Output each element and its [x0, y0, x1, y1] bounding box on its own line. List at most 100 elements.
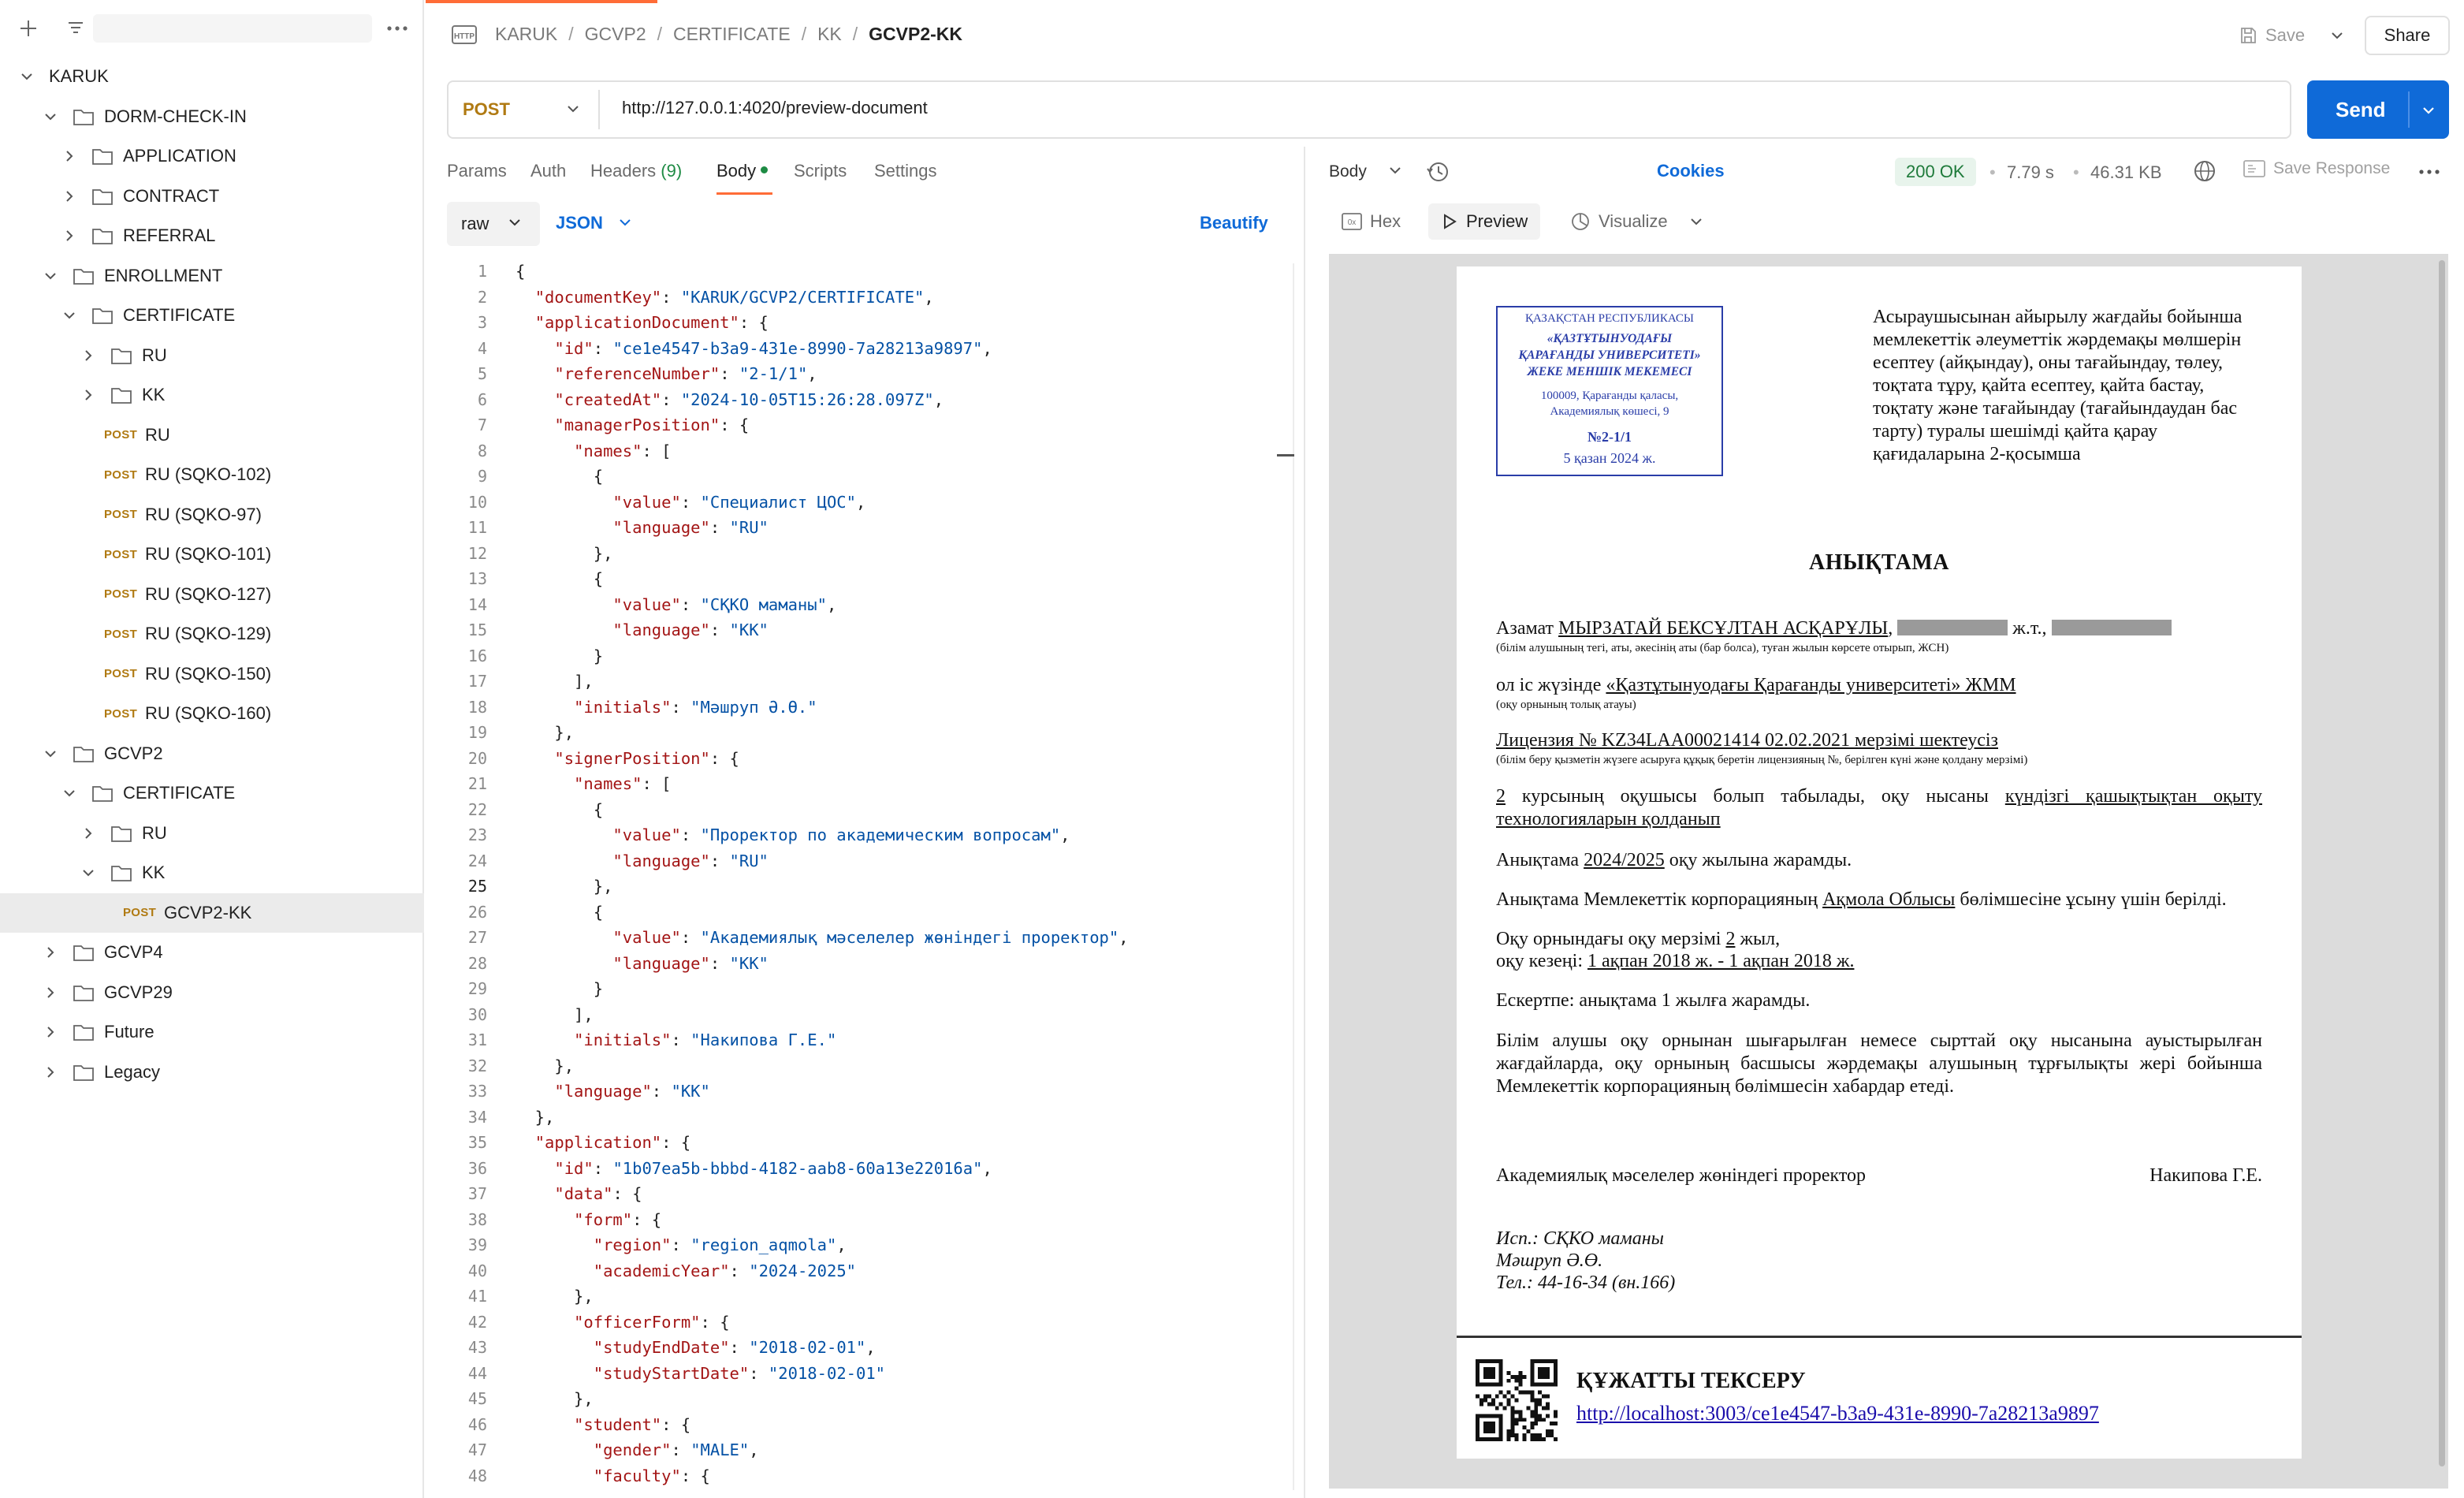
sidebar-request-item[interactable]: POST RU (SQKO-102): [0, 455, 424, 495]
tab-scripts[interactable]: Scripts: [794, 161, 847, 181]
response-size[interactable]: 46.31 KB: [2090, 162, 2162, 183]
sidebar-folder-item[interactable]: DORM-CHECK-IN: [0, 97, 424, 137]
chevron-down-icon[interactable]: [19, 69, 35, 84]
sidebar-folder-item[interactable]: Future: [0, 1012, 424, 1053]
chevron-down-icon[interactable]: [1387, 162, 1403, 183]
json-key: "initials": [574, 697, 672, 717]
sidebar-folder-item[interactable]: GCVP29: [0, 973, 424, 1013]
chevron-right-icon[interactable]: [61, 148, 77, 164]
line-number: 11: [467, 518, 487, 537]
response-time[interactable]: 7.79 s: [2007, 162, 2054, 183]
chevron-right-icon[interactable]: [61, 188, 77, 204]
json-string: "KK": [729, 620, 769, 639]
body-mode-select[interactable]: raw: [447, 202, 540, 246]
qr-module: [1530, 1425, 1535, 1430]
chevron-down-icon[interactable]: [43, 268, 58, 284]
more-icon[interactable]: [382, 13, 413, 44]
qr-module: [1542, 1359, 1547, 1363]
chevron-down-icon[interactable]: [43, 746, 58, 762]
chevron-right-icon[interactable]: [43, 1024, 58, 1040]
sidebar-folder-item[interactable]: ENROLLMENT: [0, 256, 424, 296]
chevron-down-icon[interactable]: [61, 307, 77, 323]
code-text: "academicYear": "2024-2025": [516, 1261, 856, 1280]
chevron-down-icon[interactable]: [80, 865, 96, 881]
method-select[interactable]: POST: [449, 82, 598, 137]
url-input[interactable]: http://127.0.0.1:4020/preview-document: [622, 98, 928, 118]
breadcrumb-item[interactable]: GCVP2: [585, 24, 646, 45]
request-name[interactable]: GCVP2-KK: [869, 24, 962, 45]
tab-hex[interactable]: 0x Hex: [1329, 203, 1413, 240]
add-icon[interactable]: [13, 13, 44, 44]
save-response-button[interactable]: Save Response: [2243, 159, 2390, 178]
filter-icon[interactable]: [60, 13, 91, 44]
more-icon[interactable]: [2418, 156, 2440, 181]
verify-title: ҚҰЖАТТЫ ТЕКСЕРУ: [1576, 1369, 1806, 1393]
code-line: 8 "names": [: [435, 440, 1296, 466]
sidebar-search-input[interactable]: [93, 14, 372, 43]
tab-preview[interactable]: Preview: [1428, 203, 1541, 240]
chevron-right-icon[interactable]: [43, 985, 58, 1001]
line-number: 42: [467, 1312, 487, 1332]
send-button[interactable]: Send: [2307, 80, 2449, 139]
sidebar-request-item[interactable]: POST GCVP2-KK: [0, 892, 424, 933]
chevron-down-icon[interactable]: [43, 109, 58, 125]
qr-module: [1534, 1437, 1539, 1441]
sidebar-folder-item[interactable]: RU: [0, 336, 424, 376]
sidebar-folder-item[interactable]: RU: [0, 814, 424, 854]
sidebar-folder-item[interactable]: KK: [0, 375, 424, 415]
sidebar-folder-item[interactable]: GCVP2: [0, 734, 424, 774]
tab-body[interactable]: Body: [716, 161, 773, 195]
save-button[interactable]: Save: [2239, 19, 2305, 52]
sidebar-folder-item[interactable]: GCVP4: [0, 933, 424, 973]
sidebar-folder-item[interactable]: REFERRAL: [0, 216, 424, 256]
chevron-right-icon[interactable]: [80, 348, 96, 363]
sidebar-request-item[interactable]: POST RU (SQKO-101): [0, 535, 424, 575]
course-paragraph: 2 курсының оқушысы болып табылады, оқу н…: [1496, 785, 2262, 831]
chevron-right-icon[interactable]: [43, 1064, 58, 1080]
sidebar-request-item[interactable]: POST RU (SQKO-129): [0, 614, 424, 654]
tab-settings[interactable]: Settings: [874, 161, 937, 181]
json-punct: [516, 1082, 554, 1101]
sidebar-folder-item[interactable]: CONTRACT: [0, 177, 424, 217]
history-icon[interactable]: [1425, 159, 1450, 184]
json-punct: [516, 390, 554, 409]
sidebar-folder-item[interactable]: CERTIFICATE: [0, 296, 424, 336]
pane-divider[interactable]: [1304, 147, 1305, 1498]
chevron-right-icon[interactable]: [80, 825, 96, 841]
preview-scrollbar[interactable]: [2439, 260, 2445, 1466]
chevron-right-icon[interactable]: [61, 228, 77, 244]
sidebar-request-item[interactable]: POST RU: [0, 415, 424, 456]
sidebar-folder-item[interactable]: Legacy: [0, 1053, 424, 1093]
editor-scrollbar[interactable]: [1293, 263, 1294, 1490]
chevron-down-icon[interactable]: [1676, 203, 1717, 240]
beautify-button[interactable]: Beautify: [1200, 213, 1268, 233]
breadcrumb-item[interactable]: CERTIFICATE: [673, 24, 791, 45]
sidebar-folder-item[interactable]: KK: [0, 853, 424, 893]
chevron-right-icon[interactable]: [80, 387, 96, 403]
breadcrumb-item[interactable]: KK: [817, 24, 842, 45]
sidebar-folder-item[interactable]: KARUK: [0, 57, 424, 97]
body-language-select[interactable]: JSON: [556, 213, 631, 233]
tab-headers[interactable]: Headers (9): [590, 161, 682, 181]
tab-visualize[interactable]: Visualize: [1558, 203, 1681, 240]
json-string: "Накипова Г.Е.": [690, 1030, 837, 1049]
chevron-down-icon[interactable]: [61, 785, 77, 801]
sidebar-request-item[interactable]: POST RU (SQKO-97): [0, 495, 424, 535]
chevron-down-icon[interactable]: [2325, 24, 2349, 47]
tab-params[interactable]: Params: [447, 161, 507, 181]
sidebar-folder-item[interactable]: APPLICATION: [0, 136, 424, 177]
sidebar-request-item[interactable]: POST RU (SQKO-127): [0, 575, 424, 615]
breadcrumb-item[interactable]: KARUK: [495, 24, 557, 45]
chevron-right-icon[interactable]: [43, 945, 58, 960]
globe-icon[interactable]: [2193, 159, 2216, 183]
status-badge[interactable]: 200 OK: [1895, 158, 1976, 186]
sidebar-folder-item[interactable]: CERTIFICATE: [0, 773, 424, 814]
share-button[interactable]: Share: [2365, 16, 2450, 55]
response-body-select[interactable]: Body: [1329, 162, 1367, 181]
tab-auth[interactable]: Auth: [530, 161, 566, 181]
chevron-down-icon[interactable]: [2417, 99, 2440, 121]
sidebar-request-item[interactable]: POST RU (SQKO-160): [0, 694, 424, 734]
sidebar-request-item[interactable]: POST RU (SQKO-150): [0, 654, 424, 695]
verify-link[interactable]: http://localhost:3003/ce1e4547-b3a9-431e…: [1576, 1402, 2099, 1425]
code-editor[interactable]: 1{2 "documentKey": "KARUK/GCVP2/CERTIFIC…: [435, 260, 1296, 1490]
